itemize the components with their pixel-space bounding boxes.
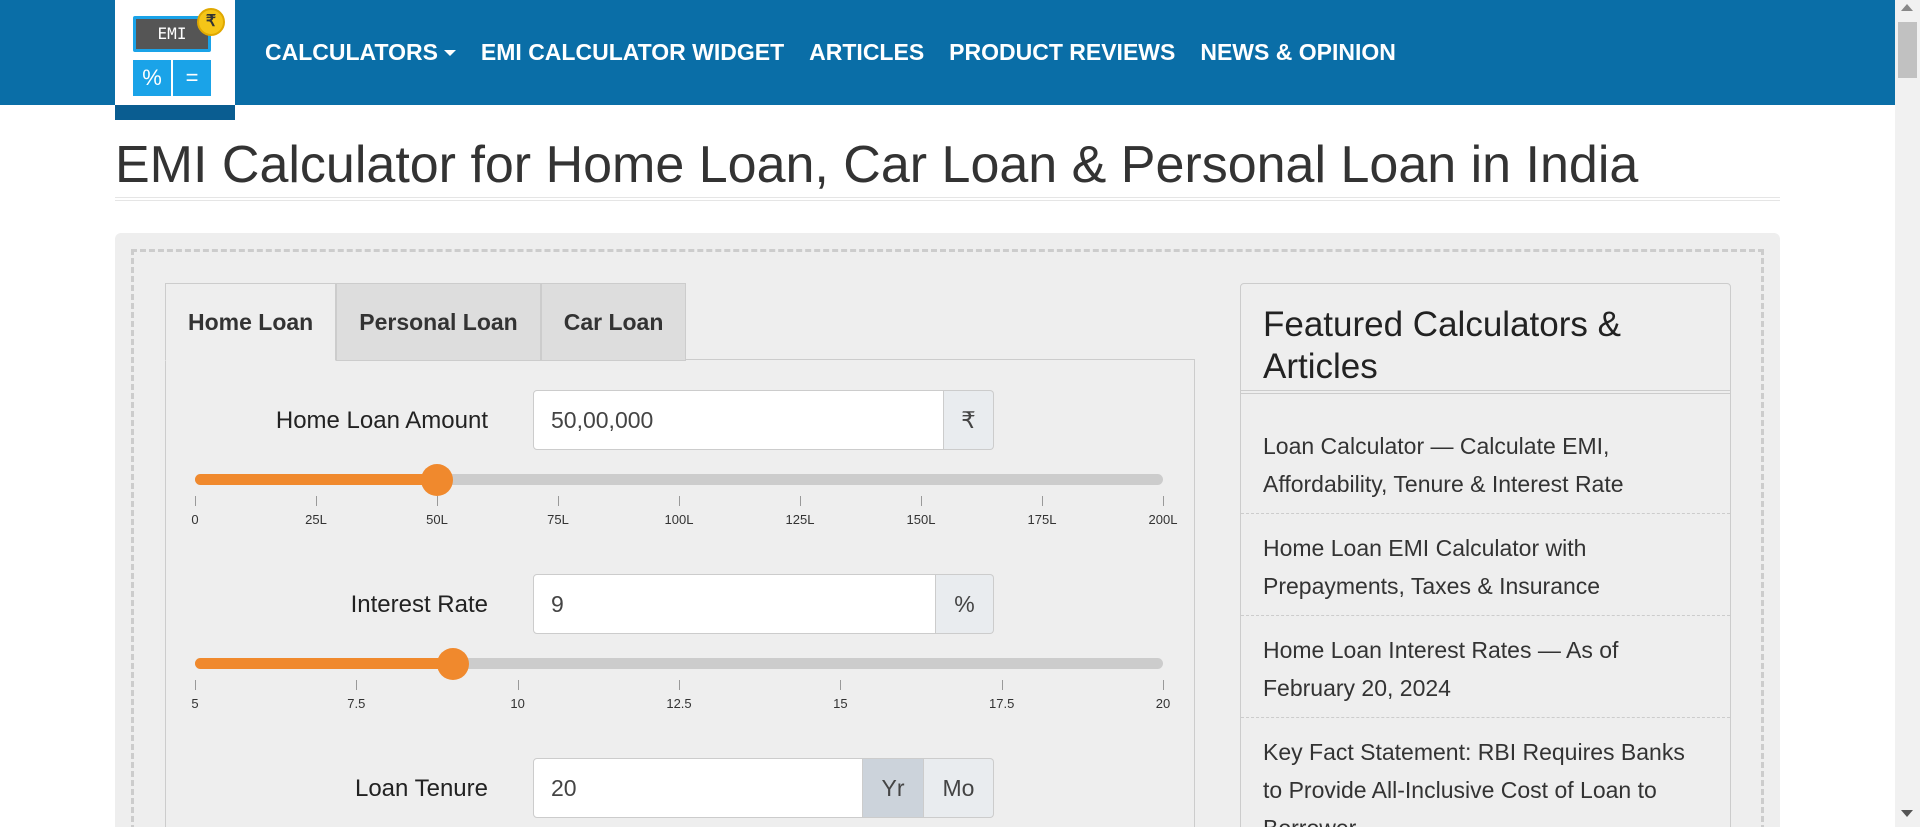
- sidebar-link-home-loan-emi[interactable]: Home Loan EMI Calculator with Prepayment…: [1241, 529, 1730, 616]
- title-divider: [115, 197, 1780, 201]
- loan-amount-tick: [1042, 496, 1043, 506]
- interest-rate-tick: [679, 680, 680, 690]
- interest-rate-slider-fill: [195, 658, 454, 669]
- sidebar-link-interest-rates[interactable]: Home Loan Interest Rates — As of Februar…: [1241, 631, 1730, 718]
- interest-rate-tick: [195, 680, 196, 690]
- loan-amount-tick-label: 150L: [906, 512, 936, 527]
- loan-tenure-input[interactable]: [533, 758, 863, 818]
- loan-amount-group: ₹: [533, 390, 994, 450]
- tab-personal-loan[interactable]: Personal Loan: [336, 283, 541, 361]
- loan-amount-tick: [921, 496, 922, 506]
- loan-amount-scale: 0 25L 50L 75L 100L 125L 150L 175L 200L: [191, 496, 1177, 527]
- rupee-addon: ₹: [944, 390, 994, 450]
- interest-rate-tick-label: 17.5: [989, 696, 1015, 711]
- loan-amount-tick-label: 200L: [1148, 512, 1178, 527]
- tab-home-loan[interactable]: Home Loan: [165, 283, 337, 361]
- main-nav: CALCULATORS EMI CALCULATOR WIDGET ARTICL…: [265, 0, 1421, 105]
- featured-sidebar: Featured Calculators & Articles Loan Cal…: [1240, 283, 1731, 827]
- sidebar-link-key-fact-statement[interactable]: Key Fact Statement: RBI Requires Banks t…: [1241, 733, 1730, 827]
- loan-type-tabs: Home Loan Personal Loan Car Loan: [165, 283, 687, 361]
- interest-rate-tick: [840, 680, 842, 690]
- sidebar-link-loan-calculator[interactable]: Loan Calculator — Calculate EMI, Afforda…: [1241, 427, 1730, 514]
- nav-emi-calculator-widget[interactable]: EMI CALCULATOR WIDGET: [481, 39, 784, 66]
- loan-amount-tick: [316, 496, 317, 506]
- sidebar-title: Featured Calculators & Articles: [1263, 305, 1621, 386]
- nav-product-reviews[interactable]: PRODUCT REVIEWS: [949, 39, 1175, 66]
- loan-amount-tick: [437, 496, 438, 506]
- sidebar-divider: [1241, 390, 1730, 394]
- scroll-up-arrow-icon[interactable]: [1901, 4, 1913, 11]
- site-logo[interactable]: EMI ₹ % =: [115, 0, 235, 120]
- top-navbar: EMI ₹ % = CALCULATORS EMI CALCULATOR WID…: [0, 0, 1895, 120]
- interest-rate-tick-label: 20: [1155, 696, 1171, 711]
- interest-rate-tick-label: 10: [510, 696, 525, 711]
- loan-amount-input[interactable]: [533, 390, 944, 450]
- equals-key-icon: =: [173, 60, 211, 96]
- interest-rate-slider[interactable]: [195, 648, 1163, 680]
- tenure-years-toggle[interactable]: Yr: [863, 758, 924, 818]
- loan-amount-tick: [800, 496, 801, 506]
- interest-rate-tick-label: 7.5: [347, 696, 366, 711]
- interest-rate-scale: 5 7.5 10 12.5 15 17.5 20: [191, 680, 1170, 711]
- interest-rate-tick: [517, 680, 519, 690]
- nav-news-opinion[interactable]: NEWS & OPINION: [1200, 39, 1396, 66]
- interest-rate-tick-label: 5: [191, 696, 199, 711]
- scrollbar-thumb[interactable]: [1898, 22, 1917, 78]
- interest-rate-tick: [356, 680, 358, 690]
- tenure-months-toggle[interactable]: Mo: [924, 758, 994, 818]
- nav-calculators[interactable]: CALCULATORS: [265, 39, 456, 66]
- interest-rate-slider-handle[interactable]: [437, 648, 470, 680]
- percent-addon: %: [936, 574, 994, 634]
- loan-amount-tick: [558, 496, 559, 506]
- page-title: EMI Calculator for Home Loan, Car Loan &…: [115, 136, 1639, 194]
- interest-rate-tick-label: 12.5: [666, 696, 692, 711]
- loan-amount-tick: [195, 496, 196, 506]
- page-scrollbar[interactable]: [1895, 0, 1920, 827]
- loan-tenure-group: Yr Mo: [533, 758, 994, 818]
- interest-rate-tick-label: 15: [833, 696, 848, 711]
- loan-amount-tick-label: 50L: [426, 512, 448, 527]
- loan-amount-label: Home Loan Amount: [275, 407, 488, 434]
- interest-rate-label: Interest Rate: [350, 591, 488, 618]
- loan-amount-tick-label: 100L: [664, 512, 694, 527]
- loan-amount-tick: [1163, 496, 1164, 506]
- loan-amount-tick: [679, 496, 680, 506]
- scroll-down-arrow-icon[interactable]: [1901, 810, 1913, 817]
- loan-amount-slider-fill: [195, 474, 437, 485]
- caret-down-icon: [443, 49, 456, 56]
- interest-rate-tick: [1001, 680, 1003, 690]
- rupee-coin-icon: ₹: [197, 8, 225, 36]
- loan-amount-tick-label: 175L: [1027, 512, 1057, 527]
- loan-amount-slider-handle[interactable]: [421, 464, 453, 496]
- loan-amount-slider[interactable]: [195, 464, 1163, 496]
- loan-amount-tick-label: 0: [191, 512, 199, 527]
- loan-tenure-label: Loan Tenure: [354, 775, 488, 802]
- interest-rate-input[interactable]: [533, 574, 936, 634]
- interest-rate-group: %: [533, 574, 994, 634]
- interest-rate-tick: [1163, 680, 1164, 690]
- loan-amount-tick-label: 25L: [305, 512, 327, 527]
- loan-amount-tick-label: 75L: [547, 512, 569, 527]
- loan-amount-tick-label: 125L: [785, 512, 815, 527]
- tab-car-loan[interactable]: Car Loan: [540, 283, 687, 361]
- percent-key-icon: %: [133, 60, 171, 96]
- nav-articles[interactable]: ARTICLES: [809, 39, 924, 66]
